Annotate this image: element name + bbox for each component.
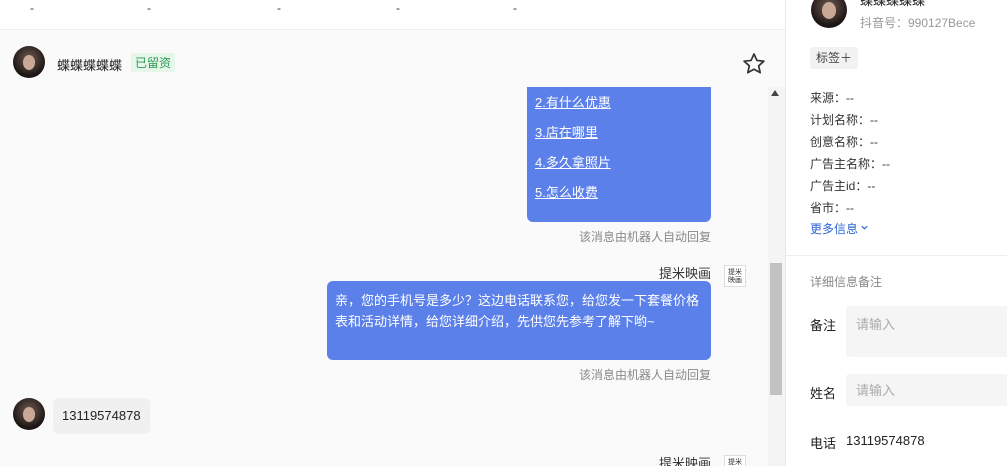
menu-item-photo-time[interactable]: 4.多久拿照片 [535, 152, 611, 171]
scroll-thumb[interactable] [770, 263, 782, 395]
top-dash: - [277, 1, 281, 15]
business-logo: 提米映画 [724, 455, 746, 466]
status-badge: 已留资 [131, 53, 176, 72]
avatar[interactable] [13, 46, 45, 78]
auto-reply-note: 该消息由机器人自动回复 [578, 230, 711, 244]
customer-message-bubble: 13119574878 [53, 398, 150, 434]
menu-item-pricing[interactable]: 5.怎么收费 [535, 182, 598, 201]
info-advertiser-id: 广告主id：-- [810, 179, 876, 193]
info-province-city: 省市：-- [810, 201, 854, 215]
sender-name: 提米映画 [658, 266, 711, 281]
top-dash: - [30, 1, 34, 15]
user-name: 蝶蝶蝶蝶蝶 [860, 0, 926, 8]
customer-detail-sidebar: 蝶蝶蝶蝶蝶 抖音号：990127Bece 标签＋ 来源：-- 计划名称：-- 创… [785, 0, 1007, 466]
note-input[interactable] [846, 306, 1007, 357]
more-info-label: 更多信息 [810, 222, 859, 236]
star-icon[interactable] [741, 51, 767, 77]
menu-item-discount[interactable]: 2.有什么优惠 [535, 92, 611, 111]
name-label: 姓名 [810, 386, 837, 401]
chevron-down-icon [861, 225, 868, 230]
scrollbar[interactable] [768, 87, 785, 466]
phone-label: 电话 [810, 436, 837, 451]
info-plan-name: 计划名称：-- [810, 113, 878, 127]
business-logo: 提米映画 [724, 265, 746, 287]
more-info-link[interactable]: 更多信息 [810, 220, 869, 237]
chat-pane: - - - - - 蝶蝶蝶蝶蝶 已留资 2.有什么优惠 3.店在哪里 4.多久拿… [0, 0, 785, 466]
info-creative-name: 创意名称：-- [810, 135, 878, 149]
douyin-id: 抖音号：990127Bece [860, 16, 976, 30]
top-dash: - [396, 1, 400, 15]
avatar[interactable] [13, 398, 45, 430]
phone-value: 13119574878 [846, 433, 925, 448]
bot-menu-bubble: 2.有什么优惠 3.店在哪里 4.多久拿照片 5.怎么收费 [527, 87, 711, 222]
scroll-up-arrow-icon[interactable] [771, 90, 779, 96]
chat-header: 蝶蝶蝶蝶蝶 已留资 [0, 31, 785, 87]
top-dash: - [513, 1, 517, 15]
add-tag-button[interactable]: 标签＋ [810, 47, 859, 69]
message-list: 2.有什么优惠 3.店在哪里 4.多久拿照片 5.怎么收费 该消息由机器人自动回… [0, 87, 768, 466]
contact-name: 蝶蝶蝶蝶蝶 [57, 58, 123, 73]
info-advertiser-name: 广告主名称：-- [810, 157, 890, 171]
top-dash: - [147, 1, 151, 15]
auto-reply-note: 该消息由机器人自动回复 [578, 368, 711, 382]
bot-message-bubble: 亲，您的手机号是多少？这边电话联系您，给您发一下套餐价格表和活动详情，给您详细介… [327, 281, 711, 360]
sender-name: 提米映画 [658, 456, 711, 466]
avatar [811, 0, 847, 28]
name-input[interactable] [846, 374, 1007, 406]
section-title: 详细信息备注 [810, 275, 883, 289]
divider [786, 255, 1007, 256]
info-source: 来源：-- [810, 91, 854, 105]
note-label: 备注 [810, 318, 837, 333]
top-strip: - - - - - [0, 0, 785, 30]
menu-item-location[interactable]: 3.店在哪里 [535, 122, 598, 141]
